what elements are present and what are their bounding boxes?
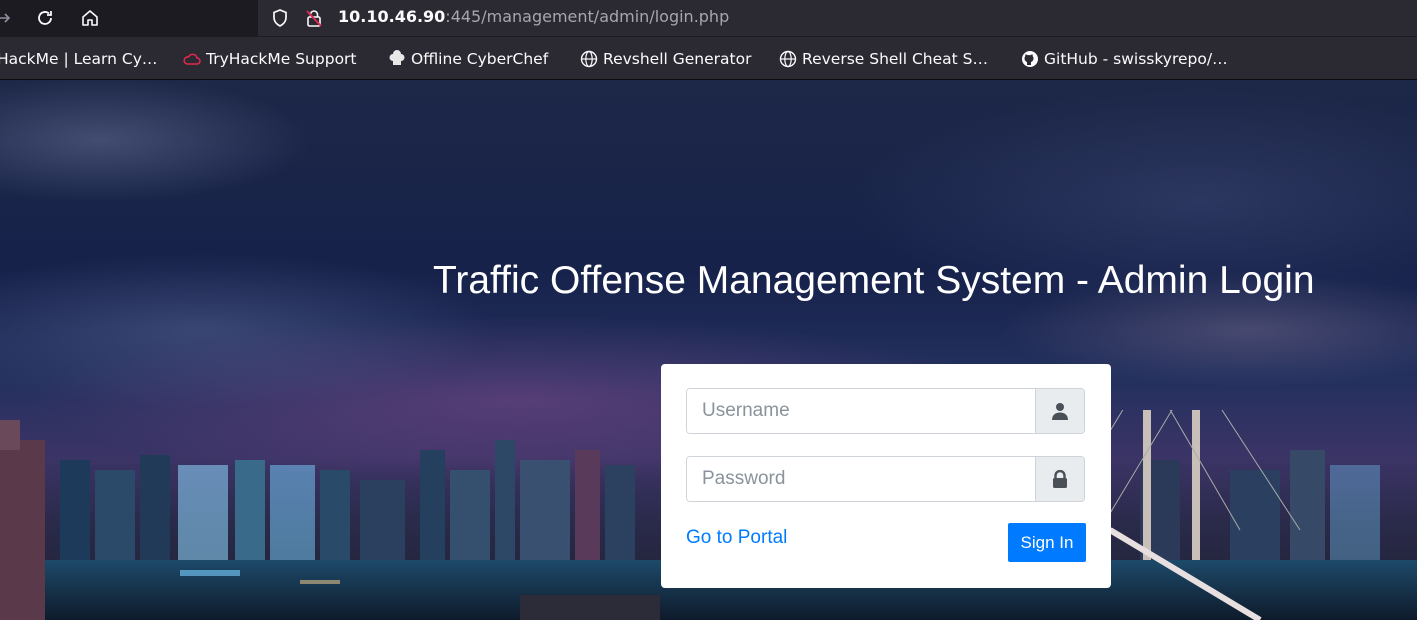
user-icon — [1035, 389, 1084, 433]
login-page: Traffic Offense Management System - Admi… — [0, 80, 1417, 620]
reload-icon[interactable] — [31, 4, 59, 32]
forward-icon[interactable] — [0, 4, 18, 32]
bookmark-tryhackme-support[interactable]: TryHackMe Support — [183, 48, 357, 70]
bookmark-label: Revshell Generator — [603, 50, 752, 68]
bookmark-label: Reverse Shell Cheat S… — [802, 50, 988, 68]
bookmark-label: GitHub - swisskyrepo/… — [1044, 50, 1228, 68]
shield-icon[interactable] — [268, 6, 292, 30]
globe-icon — [779, 50, 797, 68]
username-group — [686, 388, 1085, 434]
username-input[interactable] — [687, 389, 1035, 433]
cloud-icon — [183, 50, 201, 68]
browser-navbar: 10.10.46.90:445/management/admin/login.p… — [0, 0, 1417, 37]
password-input[interactable] — [687, 457, 1035, 501]
bookmark-label: Offline CyberChef — [411, 50, 549, 68]
chef-hat-icon — [388, 50, 406, 68]
password-group — [686, 456, 1085, 502]
bookmark-tryhackme[interactable]: HackMe | Learn Cy… — [0, 48, 157, 70]
go-to-portal-link[interactable]: Go to Portal — [686, 527, 787, 549]
bookmark-offline-cyberchef[interactable]: Offline CyberChef — [388, 48, 548, 70]
address-bar[interactable]: 10.10.46.90:445/management/admin/login.p… — [258, 0, 1417, 36]
lock-icon — [1035, 457, 1084, 501]
url-host: 10.10.46.90 — [338, 7, 446, 26]
insecure-lock-icon[interactable] — [302, 6, 326, 30]
url-text[interactable]: 10.10.46.90:445/management/admin/login.p… — [338, 7, 729, 27]
bookmarks-toolbar: HackMe | Learn Cy… TryHackMe Support Off… — [0, 37, 1417, 80]
login-card: Go to Portal Sign In — [661, 364, 1111, 588]
bookmark-label: HackMe | Learn Cy… — [0, 50, 158, 68]
bookmark-label: TryHackMe Support — [206, 50, 357, 68]
github-icon — [1021, 50, 1039, 68]
url-path: :445/management/admin/login.php — [445, 7, 730, 26]
home-icon[interactable] — [76, 4, 104, 32]
bookmark-github-swisskyrepo[interactable]: GitHub - swisskyrepo/… — [1021, 48, 1228, 70]
sign-in-button[interactable]: Sign In — [1008, 523, 1086, 562]
page-title: Traffic Offense Management System - Admi… — [433, 259, 1315, 302]
globe-icon — [580, 50, 598, 68]
bookmark-reverse-shell-cheat-sheet[interactable]: Reverse Shell Cheat S… — [779, 48, 988, 70]
bookmark-revshell-generator[interactable]: Revshell Generator — [580, 48, 751, 70]
